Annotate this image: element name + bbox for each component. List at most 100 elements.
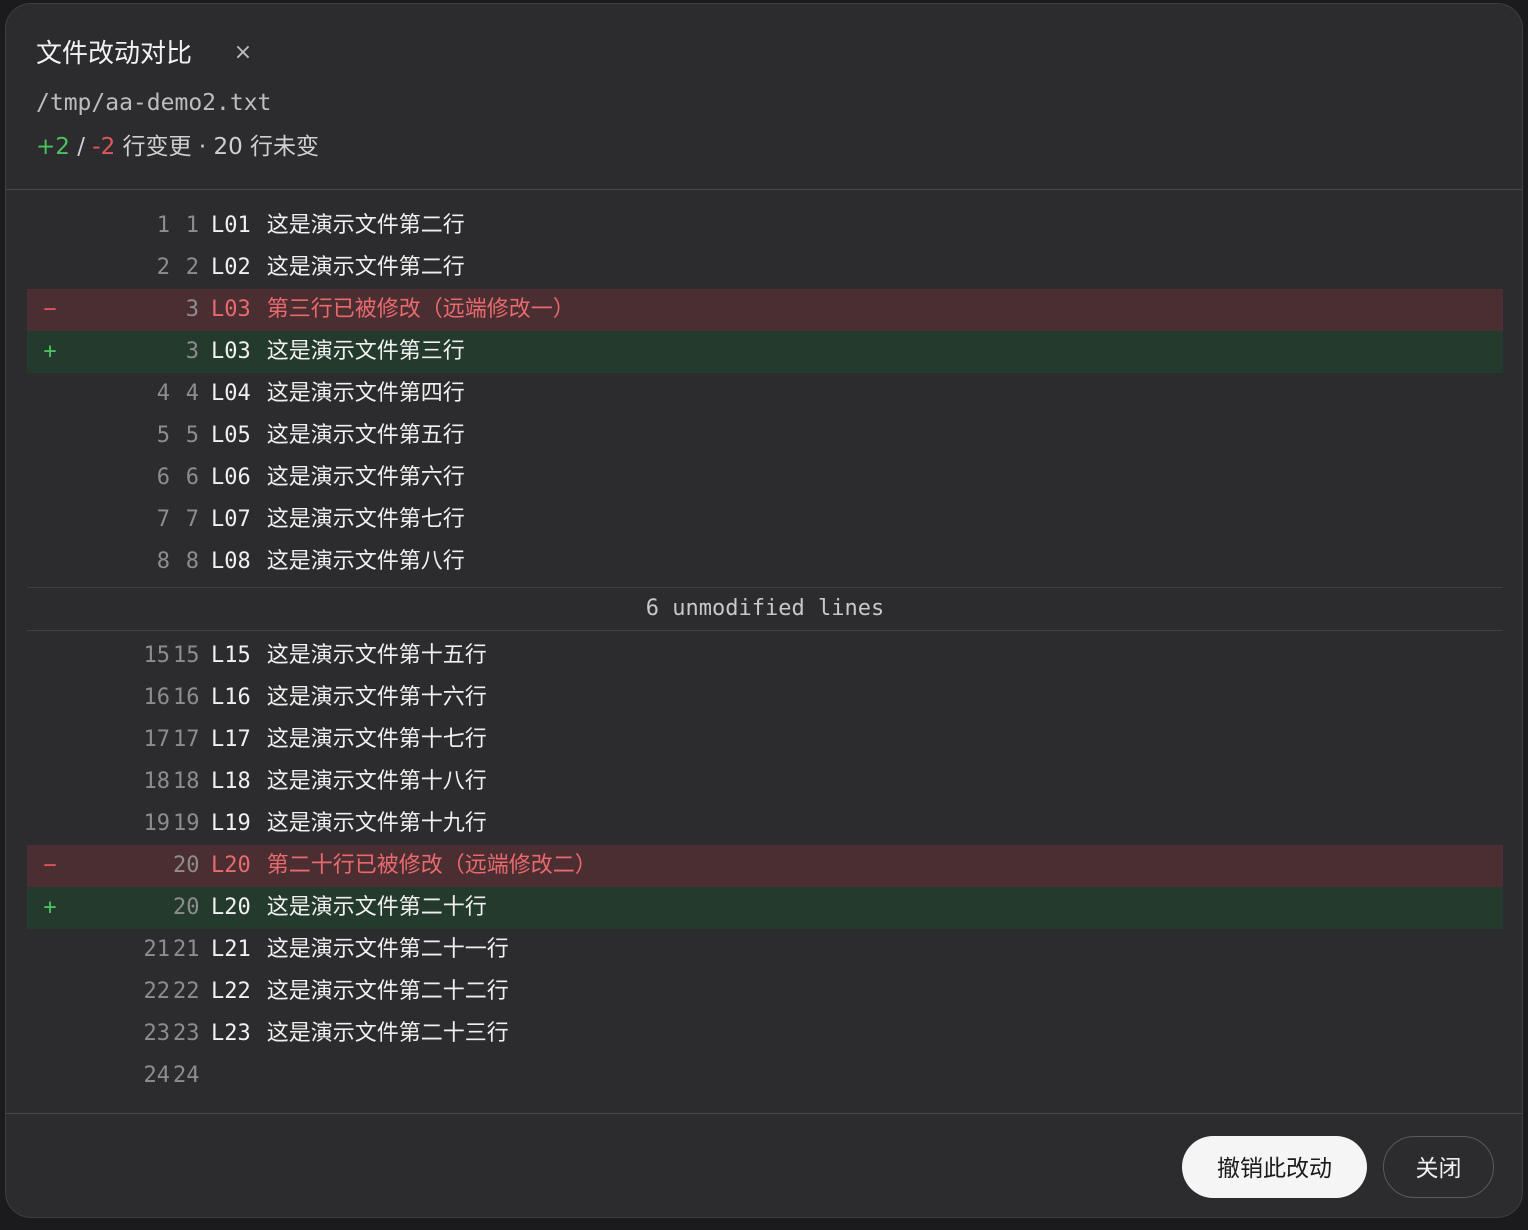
diff-line-removed: − 20 L20 第二十行已被修改（远端修改二） (27, 845, 1503, 887)
line-content: L17 这是演示文件第十七行 (211, 719, 487, 761)
summary-separator: / (69, 134, 93, 160)
line-content: L23 这是演示文件第二十三行 (211, 1013, 509, 1055)
old-line-number: 21 (143, 937, 171, 962)
new-line-number: 16 (173, 685, 200, 710)
new-line-number: 2 (185, 255, 199, 280)
added-count: +2 (36, 134, 70, 160)
line-text: 这是演示文件第十六行 (266, 685, 487, 710)
new-line-number: 8 (185, 549, 199, 574)
old-line-number: 16 (143, 685, 171, 710)
line-key: L05 (211, 423, 251, 448)
new-line-number: 5 (185, 423, 199, 448)
diff-line-context: 19 19 L19 这是演示文件第十九行 (27, 803, 1503, 845)
minus-icon: − (43, 297, 57, 322)
old-line-number: 24 (143, 1063, 171, 1088)
diff-line-context: 18 18 L18 这是演示文件第十八行 (27, 761, 1503, 803)
line-key: L19 (211, 811, 251, 836)
line-content: L03 这是演示文件第三行 (211, 331, 465, 373)
unchanged-count: 20 (213, 134, 243, 160)
line-content: L08 这是演示文件第八行 (211, 541, 465, 583)
line-content (211, 1055, 227, 1097)
revert-change-button[interactable]: 撤销此改动 (1182, 1136, 1367, 1198)
line-content: L21 这是演示文件第二十一行 (211, 929, 509, 971)
line-text: 这是演示文件第二十一行 (266, 937, 509, 962)
line-content: L06 这是演示文件第六行 (211, 457, 465, 499)
line-content: L20 这是演示文件第二十行 (211, 887, 487, 929)
line-content: L05 这是演示文件第五行 (211, 415, 465, 457)
line-text: 这是演示文件第八行 (266, 549, 465, 574)
dialog-header: 文件改动对比 × /tmp/aa-demo2.txt +2 / -2 行变更 ·… (6, 4, 1522, 190)
line-text: 第二十行已被修改（远端修改二） (266, 853, 597, 878)
line-key: L08 (211, 549, 251, 574)
line-key: L16 (211, 685, 251, 710)
old-line-number: 22 (143, 979, 171, 1004)
diff-dialog: 文件改动对比 × /tmp/aa-demo2.txt +2 / -2 行变更 ·… (5, 3, 1523, 1218)
line-text: 这是演示文件第七行 (266, 507, 465, 532)
old-line-number: 18 (143, 769, 171, 794)
diff-line-context: 22 22 L22 这是演示文件第二十二行 (27, 971, 1503, 1013)
line-content: L19 这是演示文件第十九行 (211, 803, 487, 845)
line-content: L22 这是演示文件第二十二行 (211, 971, 509, 1013)
line-text: 这是演示文件第二十三行 (266, 1021, 509, 1046)
new-line-number: 1 (185, 213, 199, 238)
diff-line-context: 17 17 L17 这是演示文件第十七行 (27, 719, 1503, 761)
new-line-number: 6 (185, 465, 199, 490)
line-key: L20 (211, 895, 251, 920)
line-content: L07 这是演示文件第七行 (211, 499, 465, 541)
new-line-number: 3 (185, 339, 199, 364)
line-key: L15 (211, 643, 251, 668)
line-text: 这是演示文件第十五行 (266, 643, 487, 668)
new-line-number: 19 (173, 811, 200, 836)
line-content: L16 这是演示文件第十六行 (211, 677, 487, 719)
line-text: 这是演示文件第十九行 (266, 811, 487, 836)
new-line-number: 22 (173, 979, 200, 1004)
diff-line-added: +3 L03 这是演示文件第三行 (27, 331, 1503, 373)
line-text: 这是演示文件第十八行 (266, 769, 487, 794)
old-line-number: 19 (143, 811, 171, 836)
line-key: L17 (211, 727, 251, 752)
new-line-number: 24 (173, 1063, 200, 1088)
new-line-number: 23 (173, 1021, 200, 1046)
line-text: 这是演示文件第十七行 (266, 727, 487, 752)
line-key: L22 (211, 979, 251, 1004)
new-line-number: 3 (185, 297, 199, 322)
change-summary: +2 / -2 行变更 · 20 行未变 (36, 131, 319, 163)
old-line-number: 4 (156, 381, 170, 406)
new-line-number: 18 (173, 769, 200, 794)
unmodified-lines-fold[interactable]: 6 unmodified lines (27, 587, 1503, 631)
line-key: L01 (211, 213, 251, 238)
old-line-number: 17 (143, 727, 171, 752)
new-line-number: 7 (185, 507, 199, 532)
close-button[interactable]: 关闭 (1383, 1136, 1494, 1198)
old-line-number: 23 (143, 1021, 171, 1046)
diff-line-context: 2 2 L02 这是演示文件第二行 (27, 247, 1503, 289)
line-content: L01 这是演示文件第二行 (211, 205, 465, 247)
line-key: L03 (211, 297, 251, 322)
file-path: /tmp/aa-demo2.txt (36, 90, 272, 116)
diff-line-added: +20 L20 这是演示文件第二十行 (27, 887, 1503, 929)
dialog-footer: 撤销此改动 关闭 (6, 1113, 1522, 1217)
diff-line-context: 15 15 L15 这是演示文件第十五行 (27, 635, 1503, 677)
old-line-number: 2 (156, 255, 170, 280)
line-text: 这是演示文件第二行 (266, 255, 465, 280)
close-icon[interactable]: × (232, 38, 254, 68)
changed-label: 行变更 · (115, 134, 214, 160)
new-line-number: 21 (173, 937, 200, 962)
diff-line-context: 24 24 (27, 1055, 1503, 1097)
old-line-number: 6 (156, 465, 170, 490)
diff-view: 1 1 L01 这是演示文件第二行 2 2 L02 这是演示文件第二行 − 3 L03 第三行已被修改… (27, 205, 1503, 1097)
line-key: L02 (211, 255, 251, 280)
unchanged-label: 行未变 (242, 134, 320, 160)
line-key: L07 (211, 507, 251, 532)
line-content: L18 这是演示文件第十八行 (211, 761, 487, 803)
line-text: 这是演示文件第六行 (266, 465, 465, 490)
diff-line-context: 5 5 L05 这是演示文件第五行 (27, 415, 1503, 457)
new-line-number: 17 (173, 727, 200, 752)
diff-line-context: 16 16 L16 这是演示文件第十六行 (27, 677, 1503, 719)
diff-line-removed: − 3 L03 第三行已被修改（远端修改一） (27, 289, 1503, 331)
removed-count: -2 (92, 134, 116, 160)
line-content: L02 这是演示文件第二行 (211, 247, 465, 289)
new-line-number: 4 (185, 381, 199, 406)
line-content: L15 这是演示文件第十五行 (211, 635, 487, 677)
diff-line-context: 23 23 L23 这是演示文件第二十三行 (27, 1013, 1503, 1055)
